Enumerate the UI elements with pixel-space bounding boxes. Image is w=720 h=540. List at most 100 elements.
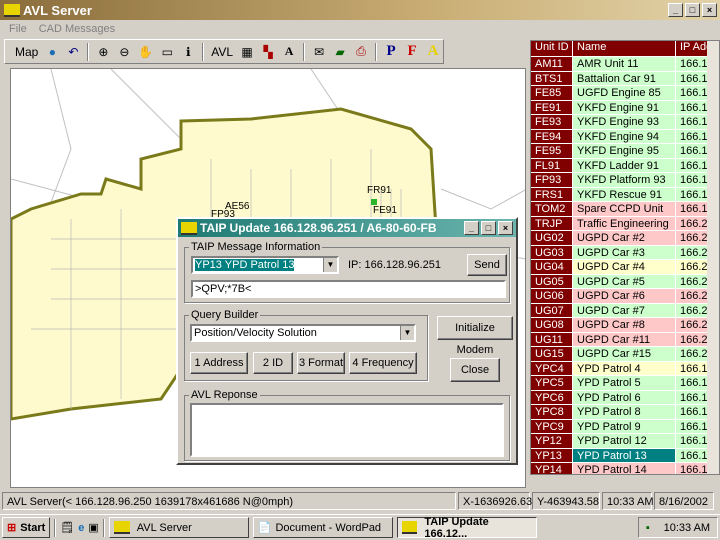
globe-icon[interactable]: ●	[45, 45, 59, 59]
maximize-button[interactable]: □	[685, 3, 700, 17]
unit-id-cell: UG04	[531, 260, 573, 274]
close-dialog-button[interactable]: Close	[450, 358, 500, 382]
channels-icon[interactable]: ▣	[88, 521, 98, 534]
unit-name-cell: UGPD Car #15	[573, 347, 676, 361]
table-row[interactable]: UG02 UGPD Car #2 166.21	[531, 230, 719, 245]
menu-file[interactable]: File	[9, 23, 27, 35]
unit-id-cell: FRS1	[531, 187, 573, 201]
printer-icon[interactable]: ⎙	[354, 44, 368, 59]
app-icon	[4, 3, 20, 17]
query-select[interactable]: Position/Velocity Solution ▼	[190, 324, 416, 342]
table-row[interactable]: UG11 UGPD Car #11 166.21	[531, 331, 719, 346]
col-unit-id[interactable]: Unit ID	[531, 41, 573, 56]
table-row[interactable]: YPC6 YPD Patrol 6 166.12	[531, 389, 719, 404]
undo-icon[interactable]: ↶	[66, 45, 80, 59]
table-row[interactable]: YP13 YPD Patrol 13 166.12	[531, 447, 719, 462]
dialog-minimize-button[interactable]: _	[464, 221, 479, 235]
zoom-in-icon[interactable]: ⊕	[96, 45, 110, 59]
network-icon[interactable]: ▪	[646, 522, 650, 534]
unit-name-cell: Traffic Engineering	[573, 216, 676, 230]
vehicle-icon[interactable]: ▰	[333, 45, 347, 59]
table-row[interactable]: UG04 UGPD Car #4 166.21	[531, 259, 719, 274]
font-a-icon[interactable]: A	[282, 44, 296, 59]
dialog-title-bar: TAIP Update 166.128.96.251 / A6-80-60-FB…	[178, 219, 516, 237]
table-row[interactable]: UG06 UGPD Car #6 166.21	[531, 288, 719, 303]
task-avl-server[interactable]: AVL Server	[108, 517, 249, 538]
zoom-out-icon[interactable]: ⊖	[117, 45, 131, 59]
table-row[interactable]: TOM2 Spare CCPD Unit 166.12	[531, 201, 719, 216]
list-scrollbar[interactable]	[707, 41, 719, 474]
chevron-down-icon[interactable]: ▼	[323, 258, 337, 272]
table-row[interactable]: FL91 YKFD Ladder 91 166.12	[531, 157, 719, 172]
table-row[interactable]: YP12 YPD Patrol 12 166.12	[531, 433, 719, 448]
table-icon[interactable]: ▦	[240, 45, 254, 59]
table-row[interactable]: UG05 UGPD Car #5 166.21	[531, 273, 719, 288]
task-wordpad[interactable]: 📄 Document - WordPad	[252, 517, 393, 538]
table-row[interactable]: UG07 UGPD Car #7 166.21	[531, 302, 719, 317]
unit-select[interactable]: YP13 YPD Patrol 13 ▼	[191, 256, 339, 274]
minimize-button[interactable]: _	[668, 3, 683, 17]
info-icon[interactable]: ℹ	[181, 45, 195, 59]
ie-icon[interactable]: e	[78, 522, 84, 534]
table-row[interactable]: FE91 YKFD Engine 91 166.12	[531, 99, 719, 114]
unit-name-cell: YPD Patrol 9	[573, 419, 676, 433]
task-taip-update[interactable]: TAIP Update 166.12...	[396, 515, 537, 540]
frequency-button[interactable]: 4 Frequency	[349, 352, 417, 374]
table-row[interactable]: TRJP Traffic Engineering 166.21	[531, 215, 719, 230]
table-row[interactable]: YPC5 YPD Patrol 5 166.12	[531, 375, 719, 390]
dialog-maximize-button[interactable]: □	[481, 221, 496, 235]
table-row[interactable]: FE85 UGFD Engine 85 166.12	[531, 85, 719, 100]
table-row[interactable]: UG03 UGPD Car #3 166.21	[531, 244, 719, 259]
format-button[interactable]: 3 Format	[297, 352, 345, 374]
app-title: AVL Server	[23, 2, 92, 18]
table-row[interactable]: YPC9 YPD Patrol 9 166.12	[531, 418, 719, 433]
unit-name-cell: YKFD Rescue 91	[573, 187, 676, 201]
initialize-modem-button[interactable]: Initialize Modem	[437, 316, 513, 356]
measure-icon[interactable]: ▭	[160, 45, 174, 59]
wordpad-icon: 📄	[257, 522, 272, 534]
table-row[interactable]: YPC8 YPD Patrol 8 166.12	[531, 404, 719, 419]
send-button[interactable]: Send	[467, 254, 507, 276]
table-row[interactable]: FE94 YKFD Engine 94 166.12	[531, 128, 719, 143]
table-row[interactable]: YP14 YPD Patrol 14 166.12	[531, 462, 719, 474]
col-name[interactable]: Name	[573, 41, 676, 56]
list-header: Unit ID Name IP Add	[531, 41, 719, 56]
table-row[interactable]: FE93 YKFD Engine 93 166.12	[531, 114, 719, 129]
avl-button[interactable]: AVL	[211, 45, 233, 59]
start-button[interactable]: ⊞ Start	[2, 517, 51, 538]
close-button[interactable]: ×	[702, 3, 717, 17]
table-row[interactable]: FRS1 YKFD Rescue 91 166.12	[531, 186, 719, 201]
dialog-close-button[interactable]: ×	[498, 221, 513, 235]
message-input[interactable]: >QPV;*7B<	[191, 280, 506, 298]
table-row[interactable]: UG08 UGPD Car #8 166.21	[531, 317, 719, 332]
unit-name-cell: UGPD Car #3	[573, 245, 676, 259]
map-label-fe91: FE91	[373, 205, 397, 216]
unit-name-cell: UGPD Car #4	[573, 260, 676, 274]
f-icon[interactable]: F	[405, 43, 419, 60]
table-row[interactable]: BTS1 Battalion Car 91 166.12	[531, 70, 719, 85]
unit-name-cell: YKFD Engine 94	[573, 129, 676, 143]
avl-response-output[interactable]	[190, 403, 504, 457]
query-select-value: Position/Velocity Solution	[194, 327, 317, 339]
desktop-icon[interactable]: 🗒	[60, 521, 74, 534]
unit-name-cell: YPD Patrol 12	[573, 434, 676, 448]
menu-cad-messages[interactable]: CAD Messages	[39, 23, 115, 35]
unit-list[interactable]: Unit ID Name IP Add AM11 AMR Unit 11 166.1…	[530, 40, 720, 475]
table-row[interactable]: AM11 AMR Unit 11 166.12	[531, 56, 719, 71]
task-label: TAIP Update 166.12...	[424, 515, 489, 540]
p-icon[interactable]: P	[384, 43, 398, 60]
id-button[interactable]: 2 ID	[253, 352, 293, 374]
pan-hand-icon[interactable]: ✋	[138, 45, 153, 59]
unit-name-cell: Battalion Car 91	[573, 71, 676, 85]
message-icon[interactable]: ✉	[312, 45, 326, 59]
unit-id-cell: YP12	[531, 434, 573, 448]
chart-icon[interactable]: ▚	[261, 45, 275, 59]
a-yellow-icon[interactable]: A	[426, 43, 440, 60]
address-button[interactable]: 1 Address	[190, 352, 248, 374]
table-row[interactable]: FP93 YKFD Platform 93 166.12	[531, 172, 719, 187]
map-button[interactable]: Map	[15, 45, 38, 59]
table-row[interactable]: FE95 YKFD Engine 95 166.12	[531, 143, 719, 158]
table-row[interactable]: UG15 UGPD Car #15 166.21	[531, 346, 719, 361]
chevron-down-icon[interactable]: ▼	[400, 326, 414, 340]
table-row[interactable]: YPC4 YPD Patrol 4 166.12	[531, 360, 719, 375]
